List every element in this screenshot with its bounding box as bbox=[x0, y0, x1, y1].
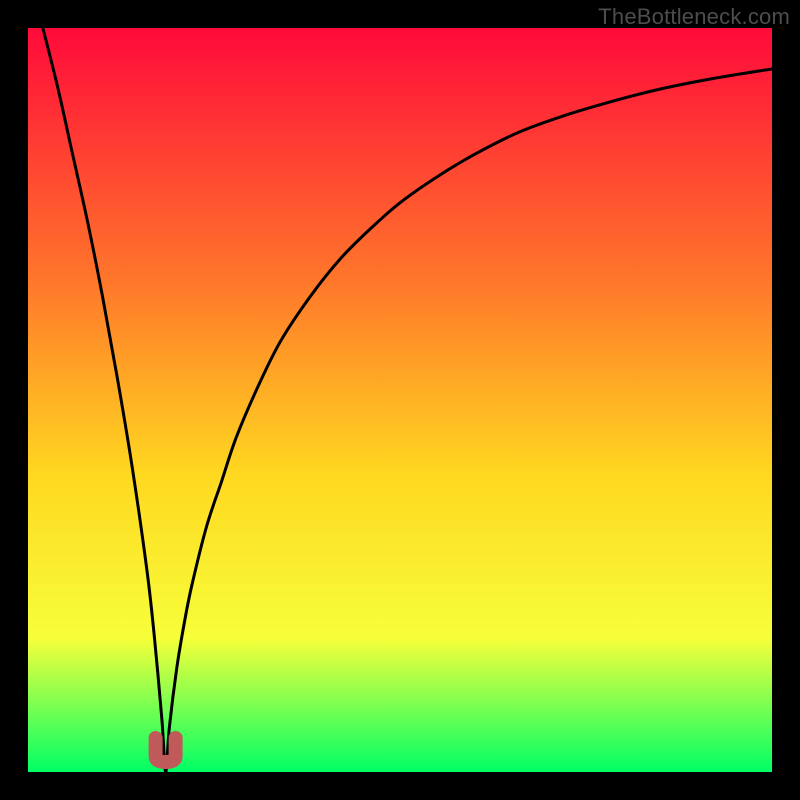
chart-svg bbox=[28, 28, 772, 772]
watermark-text: TheBottleneck.com bbox=[598, 4, 790, 30]
gradient-background bbox=[28, 28, 772, 772]
chart-frame: TheBottleneck.com bbox=[0, 0, 800, 800]
plot-area bbox=[28, 28, 772, 772]
